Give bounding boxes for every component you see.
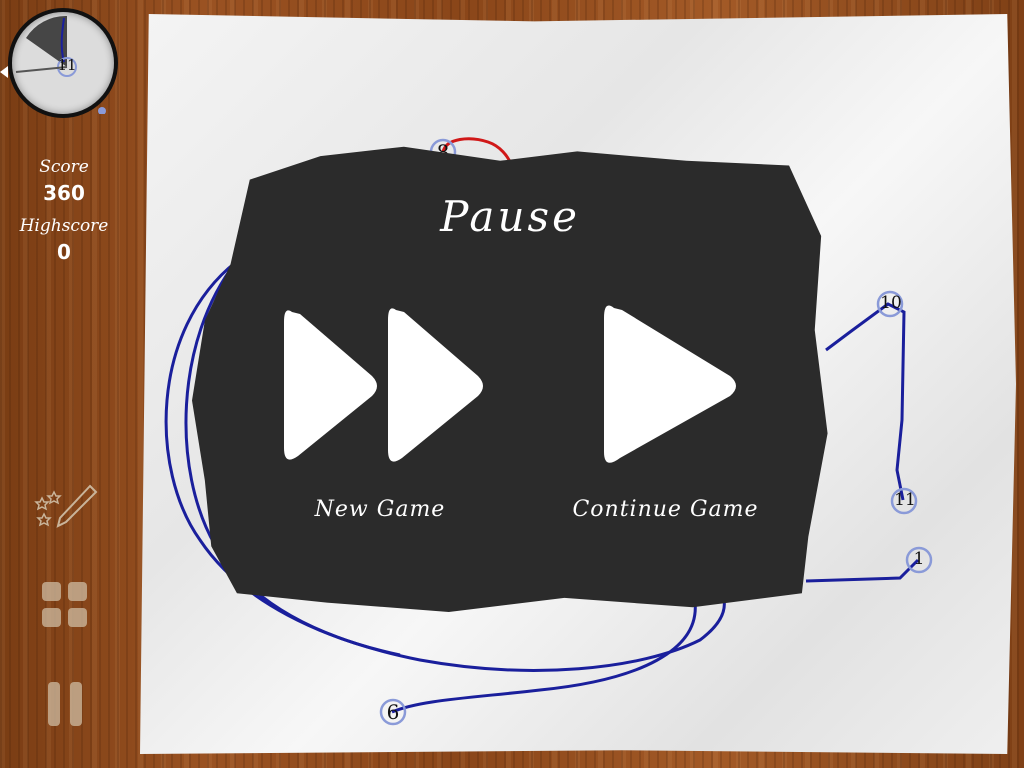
blue-path-bottom-right [805,558,920,583]
play-icon [604,305,736,463]
score-value: 360 [43,181,85,205]
node-label-11: 11 [894,490,916,510]
timer-clock: 11 [8,8,118,118]
continue-game-button[interactable] [600,298,744,472]
new-game-label[interactable]: New Game [290,497,470,522]
highscore-value: 0 [57,240,71,264]
node-label-1: 1 [913,549,925,569]
clock-pointer-icon [0,66,8,78]
edit-button[interactable] [30,480,100,530]
clock-number: 11 [57,56,77,74]
continue-game-label[interactable]: Continue Game [553,497,778,522]
new-game-button[interactable] [278,300,488,470]
fast-forward-icon [284,308,483,462]
stars-pencil-icon [34,484,98,528]
node-label-10: 10 [880,293,902,313]
grid-icon [42,582,87,627]
pause-title: Pause [440,192,580,241]
score-label: Score [39,157,89,177]
highscore-label: Highscore [19,216,109,236]
menu-button[interactable] [42,582,88,628]
blue-path-right [825,302,906,501]
pause-icon [48,682,82,726]
node-label-6: 6 [386,700,400,724]
pause-button[interactable] [46,682,86,726]
